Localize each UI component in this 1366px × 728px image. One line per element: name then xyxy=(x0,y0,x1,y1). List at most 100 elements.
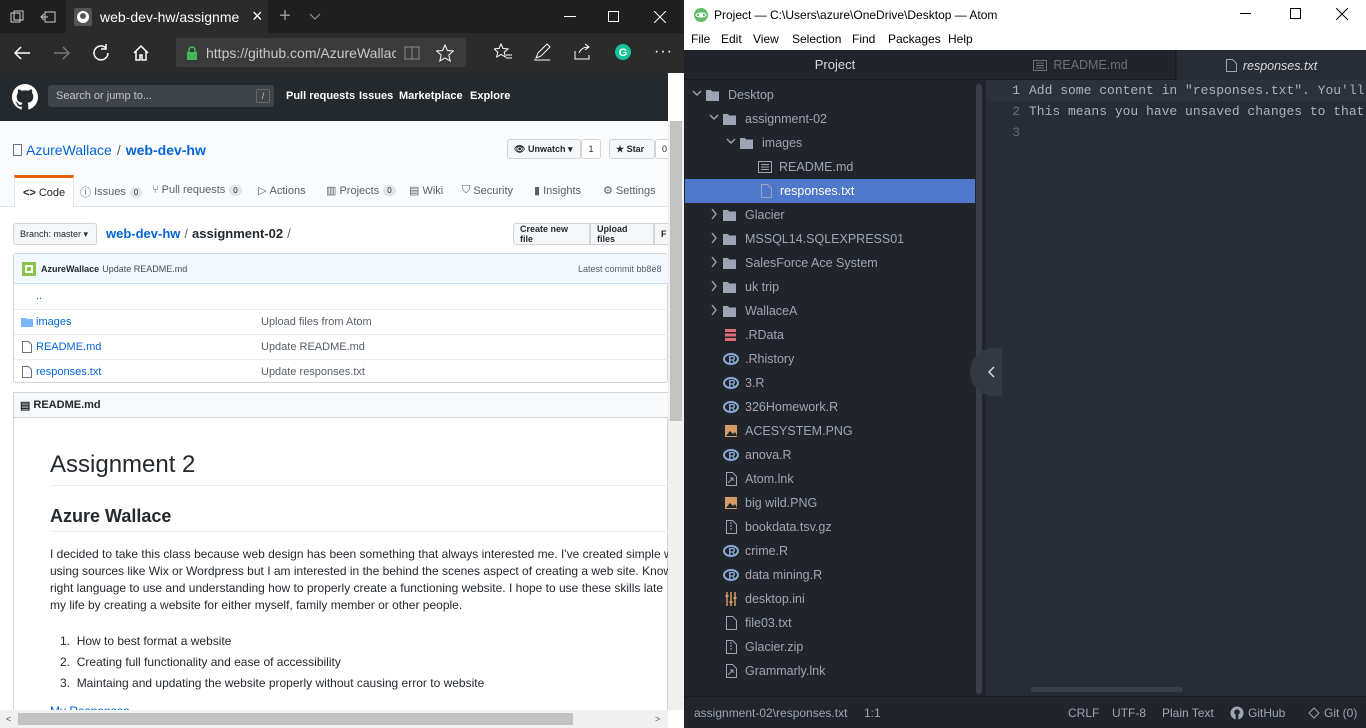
tab-issues[interactable]: ⓘ Issues 0 xyxy=(80,184,143,200)
file-commit-message[interactable]: Upload files from Atom xyxy=(261,316,372,328)
set-tabs-aside-icon[interactable] xyxy=(33,0,63,33)
notes-pen-icon[interactable] xyxy=(533,43,551,61)
upload-files-button[interactable]: Upload files xyxy=(590,223,654,245)
favorite-star-icon[interactable] xyxy=(436,43,454,62)
editor-tab-readme[interactable]: README.md xyxy=(986,50,1176,80)
unwatch-button[interactable]: 👁 Unwatch ▾ xyxy=(507,139,581,159)
tree-item[interactable]: images xyxy=(684,131,976,155)
status-file-path[interactable]: assignment-02\responses.txt xyxy=(694,706,847,720)
tree-item[interactable]: Grammarly.lnk xyxy=(684,659,976,683)
maximize-icon[interactable] xyxy=(1290,8,1302,20)
maximize-icon[interactable] xyxy=(594,0,634,33)
star-button[interactable]: ★ Star xyxy=(609,139,655,159)
status-cursor-position[interactable]: 1:1 xyxy=(864,706,881,720)
tree-item[interactable]: uk trip xyxy=(684,275,976,299)
minimize-icon[interactable] xyxy=(1240,13,1252,15)
tab-settings[interactable]: ⚙ Settings xyxy=(603,184,656,198)
tab-list-chevron-icon[interactable] xyxy=(302,0,328,33)
status-line-ending[interactable]: CRLF xyxy=(1068,706,1099,720)
tree-item[interactable]: responses.txt xyxy=(685,179,975,203)
menu-help[interactable]: Help xyxy=(948,32,973,46)
tree-item[interactable]: README.md xyxy=(684,155,976,179)
tree-item[interactable]: WallaceA xyxy=(684,299,976,323)
home-icon[interactable] xyxy=(131,43,151,63)
code-line[interactable]: Add some content in "responses.txt". You… xyxy=(1029,83,1364,98)
tab-projects[interactable]: ▥ Projects 0 xyxy=(326,184,396,197)
status-encoding[interactable]: UTF-8 xyxy=(1112,706,1146,720)
menu-packages[interactable]: Packages xyxy=(888,32,941,46)
menu-selection[interactable]: Selection xyxy=(792,32,841,46)
status-grammar[interactable]: Plain Text xyxy=(1162,706,1214,720)
tree-item[interactable]: Rcrime.R xyxy=(684,539,976,563)
file-commit-message[interactable]: Update responses.txt xyxy=(261,366,365,378)
scroll-left-icon[interactable]: < xyxy=(6,714,11,724)
github-search-input[interactable]: Search or jump to... / xyxy=(48,85,274,107)
tree-item[interactable]: Desktop xyxy=(684,83,976,107)
file-name-link[interactable]: responses.txt xyxy=(36,366,101,378)
tree-item[interactable]: desktop.ini xyxy=(684,587,976,611)
scrollbar-thumb[interactable] xyxy=(670,121,682,421)
editor-tab-responses[interactable]: responses.txt xyxy=(1177,50,1366,81)
new-tab-icon[interactable]: + xyxy=(272,0,298,33)
code-line[interactable]: This means you have unsaved changes to t… xyxy=(1029,104,1364,119)
table-row[interactable]: images Upload files from Atom xyxy=(14,309,669,334)
reading-view-icon[interactable] xyxy=(404,46,420,60)
parent-dir-link[interactable]: .. xyxy=(36,290,42,302)
refresh-icon[interactable] xyxy=(91,43,111,63)
tab-pull-requests[interactable]: ⑂ Pull requests 0 xyxy=(152,184,242,196)
tab-insights[interactable]: ▮ Insights xyxy=(534,184,581,198)
latest-commit-hash[interactable]: Latest commit bb8e8 xyxy=(578,264,662,274)
status-git[interactable]: Git (0) xyxy=(1308,706,1357,720)
close-window-icon[interactable] xyxy=(638,0,682,33)
tree-item[interactable]: SalesForce Ace System xyxy=(684,251,976,275)
tree-item[interactable]: ACESYSTEM.PNG xyxy=(684,419,976,443)
more-menu-icon[interactable]: ··· xyxy=(654,43,673,61)
forward-icon[interactable] xyxy=(52,43,72,63)
back-icon[interactable] xyxy=(12,43,32,63)
commit-message[interactable]: Update README.md xyxy=(102,264,187,274)
grammarly-extension-icon[interactable]: G xyxy=(614,43,632,61)
commit-author[interactable]: AzureWallace xyxy=(41,264,99,274)
repo-name-link[interactable]: web-dev-hw xyxy=(126,142,206,158)
create-new-file-button[interactable]: Create new file xyxy=(513,223,590,245)
close-window-icon[interactable] xyxy=(1336,8,1348,20)
tree-item[interactable]: Rdata mining.R xyxy=(684,563,976,587)
menu-find[interactable]: Find xyxy=(852,32,875,46)
table-row[interactable]: .. xyxy=(14,284,669,309)
nav-issues[interactable]: Issues xyxy=(359,90,393,102)
repo-owner-link[interactable]: AzureWallace xyxy=(26,142,112,158)
tree-item[interactable]: file03.txt xyxy=(684,611,976,635)
watch-count[interactable]: 1 xyxy=(581,139,601,159)
editor-horizontal-scrollbar[interactable] xyxy=(1031,687,1183,692)
tree-item[interactable]: Ranova.R xyxy=(684,443,976,467)
menu-file[interactable]: File xyxy=(691,32,710,46)
close-tab-icon[interactable]: × xyxy=(252,6,263,27)
tree-item[interactable]: assignment-02 xyxy=(684,107,976,131)
nav-explore[interactable]: Explore xyxy=(470,90,510,102)
tree-item[interactable]: R 3.R xyxy=(684,371,976,395)
tree-item[interactable]: MSSQL14.SQLEXPRESS01 xyxy=(684,227,976,251)
tree-item[interactable]: R .Rhistory xyxy=(684,347,976,371)
share-icon[interactable] xyxy=(573,43,591,61)
tab-wiki[interactable]: ▤ Wiki xyxy=(409,184,443,198)
tab-actions[interactable]: ▷ Actions xyxy=(258,184,306,198)
scroll-right-icon[interactable]: > xyxy=(655,714,660,724)
tab-actions-icon[interactable] xyxy=(0,0,33,33)
page-horizontal-scrollbar[interactable]: < > xyxy=(0,710,668,728)
scrollbar-thumb[interactable] xyxy=(18,713,573,725)
tree-item[interactable]: Glacier xyxy=(684,203,976,227)
address-bar[interactable]: https://github.com/AzureWallac xyxy=(176,38,466,67)
tree-item[interactable]: bookdata.tsv.gz xyxy=(684,515,976,539)
nav-marketplace[interactable]: Marketplace xyxy=(399,90,463,102)
menu-edit[interactable]: Edit xyxy=(721,32,742,46)
tree-item[interactable]: .RData xyxy=(684,323,976,347)
table-row[interactable]: README.md Update README.md xyxy=(14,334,669,359)
tree-item[interactable]: R 326Homework.R xyxy=(684,395,976,419)
active-browser-tab[interactable]: web-dev-hw/assignmer × xyxy=(66,0,268,33)
file-name-link[interactable]: images xyxy=(36,316,71,328)
breadcrumb-repo-link[interactable]: web-dev-hw xyxy=(106,226,180,241)
file-name-link[interactable]: README.md xyxy=(36,341,101,353)
favorites-icon[interactable] xyxy=(494,43,512,61)
tree-item[interactable]: Glacier.zip xyxy=(684,635,976,659)
github-logo-icon[interactable] xyxy=(12,84,38,110)
